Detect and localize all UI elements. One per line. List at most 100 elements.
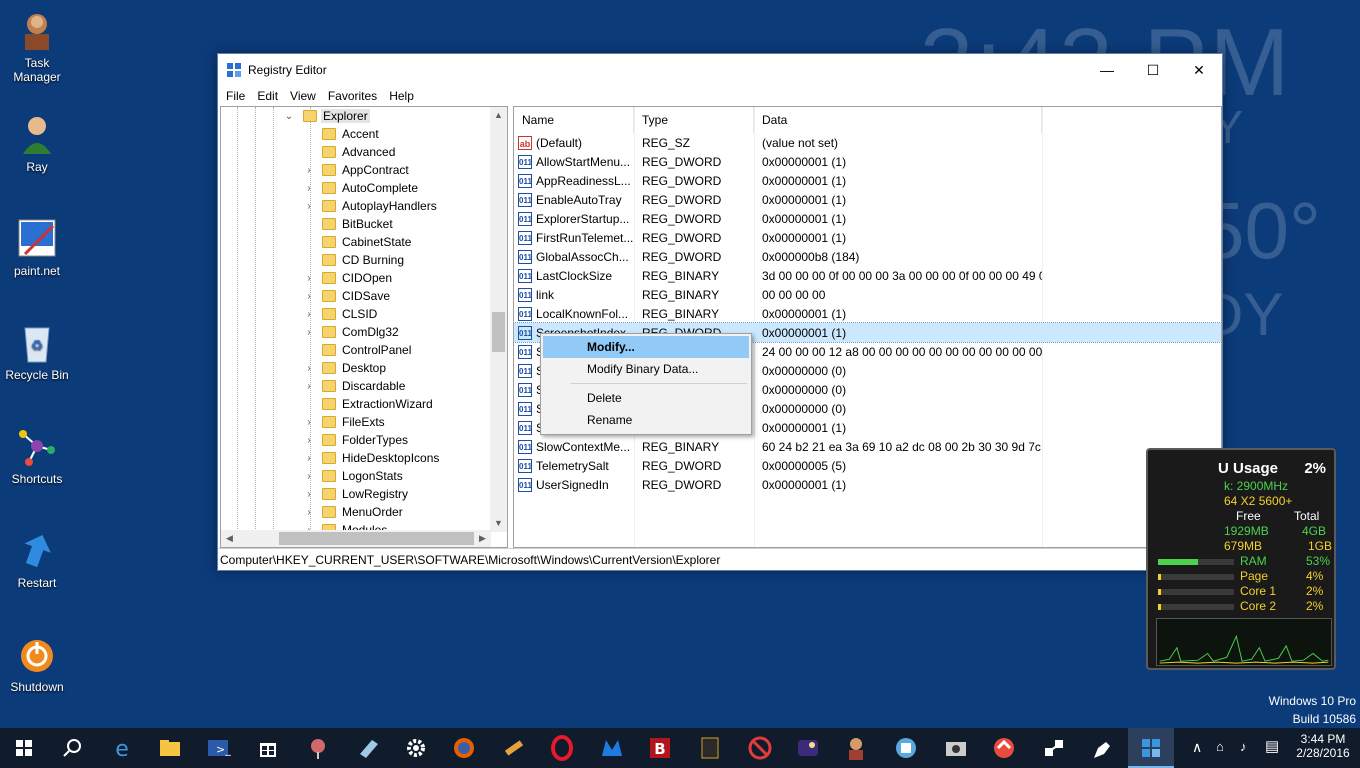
expand-chevron-icon[interactable]: › [304, 489, 314, 500]
night-sky-icon[interactable] [794, 734, 822, 762]
expand-chevron-icon[interactable]: › [304, 201, 314, 212]
menu-help[interactable]: Help [383, 89, 420, 103]
desktop-icon-recycle-bin[interactable]: ♻ Recycle Bin [0, 320, 74, 382]
menu-favorites[interactable]: Favorites [322, 89, 383, 103]
tree-item[interactable]: › MenuOrder [221, 503, 491, 521]
tree-item[interactable]: CabinetState [221, 233, 491, 251]
expand-chevron-icon[interactable]: › [304, 507, 314, 518]
tree-item[interactable]: › FolderTypes [221, 431, 491, 449]
settings-gear-icon[interactable] [402, 734, 430, 762]
value-row[interactable]: 011 TelemetrySalt REG_DWORD 0x00000005 (5) [514, 456, 1221, 475]
tree-item[interactable]: › LogonStats [221, 467, 491, 485]
remote-app-icon[interactable] [1040, 734, 1068, 762]
column-header-type[interactable]: Type [634, 107, 754, 133]
desktop-icon-ray[interactable]: Ray [0, 112, 74, 174]
expand-chevron-icon[interactable]: › [304, 363, 314, 374]
minimize-button[interactable]: — [1084, 54, 1130, 86]
expand-chevron-icon[interactable]: › [304, 417, 314, 428]
cube-app-icon[interactable] [892, 734, 920, 762]
value-row[interactable]: ab (Default) REG_SZ (value not set) [514, 133, 1221, 152]
menu-item-delete[interactable]: Delete [543, 387, 749, 409]
expand-chevron-icon[interactable]: › [304, 453, 314, 464]
value-row[interactable]: 011 SlowContextMe... REG_BINARY 60 24 b2 21… [514, 437, 1221, 456]
tree-item[interactable]: › Discardable [221, 377, 491, 395]
show-hidden-icons-chevron-icon[interactable]: ∧ [1192, 739, 1202, 756]
value-row[interactable]: 011 FirstRunTelemet... REG_DWORD 0x00000001… [514, 228, 1221, 247]
key-tree[interactable]: ⌄ Explorer Accent Advanced › AppContract › Auto… [220, 106, 508, 548]
maximize-button[interactable]: ☐ [1130, 54, 1176, 86]
tree-item[interactable]: BitBucket [221, 215, 491, 233]
value-row[interactable]: 011 GlobalAssocCh... REG_DWORD 0x000000b8 (… [514, 247, 1221, 266]
avatar-app-icon[interactable] [842, 734, 870, 762]
tree-item[interactable]: › AutoComplete [221, 179, 491, 197]
expand-chevron-icon[interactable]: › [304, 273, 314, 284]
value-row[interactable]: 011 EnableAutoTray REG_DWORD 0x00000001 (1) [514, 190, 1221, 209]
tree-item[interactable]: › AppContract [221, 161, 491, 179]
start-windows-icon[interactable] [10, 734, 38, 762]
tree-item[interactable]: ControlPanel [221, 341, 491, 359]
tree-item[interactable]: CD Burning [221, 251, 491, 269]
value-row[interactable]: 011 LastClockSize REG_BINARY 3d 00 00 00 0f… [514, 266, 1221, 285]
scroll-thumb[interactable] [492, 312, 505, 352]
value-row[interactable]: 011 AppReadinessL... REG_DWORD 0x00000001 (… [514, 171, 1221, 190]
search-icon[interactable] [58, 734, 86, 762]
column-header-data[interactable]: Data [754, 107, 1042, 133]
desktop-icon-task-manager[interactable]: Task Manager [0, 8, 74, 84]
tree-vertical-scrollbar[interactable]: ▲ ▼ [490, 107, 507, 532]
malwarebytes-icon[interactable] [598, 734, 626, 762]
menu-file[interactable]: File [220, 89, 251, 103]
tree-item[interactable]: › AutoplayHandlers [221, 197, 491, 215]
bitdefender-icon[interactable]: B [646, 734, 674, 762]
taskbar-clock[interactable]: 3:44 PM 2/28/2016 [1292, 732, 1354, 760]
registry-editor-taskbar-icon[interactable] [1137, 734, 1165, 762]
value-row[interactable]: 011 LocalKnownFol... REG_BINARY 0x00000001 … [514, 304, 1221, 323]
cpu-usage-gadget[interactable]: U Usage 2% k: 2900MHz 64 X2 5600+ Free T… [1146, 448, 1336, 670]
close-button[interactable]: ✕ [1176, 54, 1222, 86]
firefox-icon[interactable] [450, 734, 478, 762]
edge-browser-icon[interactable]: e [108, 734, 136, 762]
tree-item[interactable]: › CLSID [221, 305, 491, 323]
tree-item-explorer[interactable]: ⌄ Explorer [221, 107, 491, 125]
value-row[interactable]: 011 AllowStartMenu... REG_DWORD 0x00000001 … [514, 152, 1221, 171]
opera-icon[interactable] [548, 734, 576, 762]
value-row[interactable]: 011 link REG_BINARY 00 00 00 00 [514, 285, 1221, 304]
tree-item[interactable]: Advanced [221, 143, 491, 161]
values-list[interactable]: Name Type Data ab (Default) REG_SZ (value n… [513, 106, 1222, 548]
powershell-icon[interactable]: >_ [204, 734, 232, 762]
expand-chevron-icon[interactable]: › [304, 471, 314, 482]
tree-item[interactable]: › HideDesktopIcons [221, 449, 491, 467]
title-bar[interactable]: Registry Editor — ☐ ✕ [218, 54, 1222, 86]
tree-item[interactable]: › CIDSave [221, 287, 491, 305]
tree-item[interactable]: › ComDlg32 [221, 323, 491, 341]
menu-item-modify-binary-data[interactable]: Modify Binary Data... [543, 358, 749, 380]
menu-view[interactable]: View [284, 89, 322, 103]
menu-item-modify[interactable]: Modify... [543, 336, 749, 358]
movie-app-icon[interactable] [696, 734, 724, 762]
ccleaner-icon[interactable] [990, 734, 1018, 762]
network-tool-icon[interactable] [304, 734, 332, 762]
expand-chevron-icon[interactable]: › [304, 165, 314, 176]
expand-chevron-icon[interactable]: › [304, 291, 314, 302]
column-header-name[interactable]: Name [514, 107, 634, 133]
action-center-icon[interactable]: ▤ [1265, 737, 1279, 755]
tree-item[interactable]: › Desktop [221, 359, 491, 377]
blocker-icon[interactable] [746, 734, 774, 762]
menu-item-rename[interactable]: Rename [543, 409, 749, 431]
desktop-icon-restart[interactable]: Restart [0, 528, 74, 590]
volume-icon[interactable]: ♪ [1240, 739, 1247, 754]
tree-item[interactable]: › FileExts [221, 413, 491, 431]
expand-chevron-icon[interactable]: › [304, 435, 314, 446]
cleanup-icon[interactable] [1088, 734, 1116, 762]
expand-chevron-icon[interactable]: › [304, 309, 314, 320]
scroll-down-icon[interactable]: ▼ [490, 515, 507, 532]
expand-chevron-icon[interactable]: › [304, 327, 314, 338]
camera-icon[interactable] [942, 734, 970, 762]
store-icon[interactable] [254, 734, 282, 762]
collapse-chevron-icon[interactable]: ⌄ [284, 111, 294, 122]
tree-horizontal-scrollbar[interactable]: ◀ ▶ [221, 530, 491, 547]
scroll-left-icon[interactable]: ◀ [221, 530, 238, 547]
desktop-icon-shortcuts[interactable]: Shortcuts [0, 424, 74, 486]
value-row[interactable]: 011 ExplorerStartup... REG_DWORD 0x00000001… [514, 209, 1221, 228]
file-explorer-icon[interactable] [156, 734, 184, 762]
notes-app-icon[interactable] [354, 734, 382, 762]
